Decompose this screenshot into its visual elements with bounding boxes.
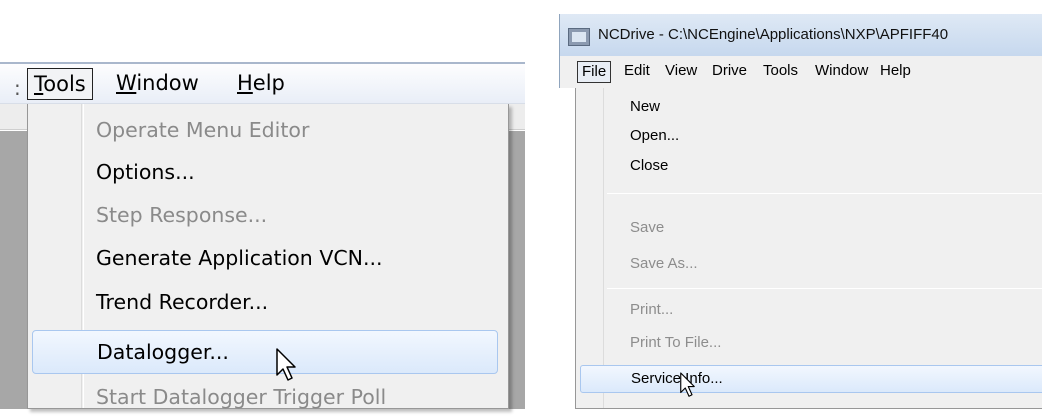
menu-bar: File Edit View Drive Tools Window Help [559, 56, 1042, 88]
menu-item-trend-recorder[interactable]: Trend Recorder... [32, 282, 498, 322]
menu-item-generate-application-vcn[interactable]: Generate Application VCN... [32, 238, 498, 278]
tools-dropdown-menu: Operate Menu Editor Options... Step Resp… [27, 104, 509, 409]
right-panel-ncdrive-window: NCDrive - C:\NCEngine\Applications\NXP\A… [559, 0, 1042, 409]
menu-bar: : Tools Window Help [0, 62, 525, 104]
menu-item-operate-menu-editor[interactable]: Operate Menu Editor [32, 110, 498, 150]
menu-item-save[interactable]: Save [580, 216, 1042, 240]
workspace-background [507, 131, 525, 409]
menu-tools-mnemonic: T [34, 72, 44, 96]
menu-window[interactable]: Window [811, 61, 872, 83]
mouse-pointer-icon [276, 348, 296, 381]
menu-item-service-info[interactable]: Service Info... [580, 365, 1042, 393]
menu-window-mnemonic: W [116, 71, 137, 95]
mouse-pointer-icon [680, 372, 695, 397]
menubar-separator: : [14, 76, 21, 100]
window-titlebar: NCDrive - C:\NCEngine\Applications\NXP\A… [559, 14, 1042, 56]
menu-item-options[interactable]: Options... [32, 152, 498, 192]
menu-window-label: indow [136, 71, 199, 95]
menu-item-datalogger[interactable]: Datalogger... [32, 330, 498, 374]
menu-separator [607, 288, 1042, 289]
menu-drive[interactable]: Drive [708, 61, 751, 83]
left-panel-tools-menu-zoom: : Tools Window Help Operate Menu Editor … [0, 0, 525, 409]
menu-item-close[interactable]: Close [580, 154, 1042, 178]
menu-help-mnemonic: H [237, 71, 253, 95]
file-dropdown-menu: New Open... Close Save Save As... Print.… [575, 88, 1042, 409]
menu-item-save-as[interactable]: Save As... [580, 252, 1042, 276]
window-title: NCDrive - C:\NCEngine\Applications\NXP\A… [598, 26, 949, 43]
menu-view[interactable]: View [661, 61, 701, 83]
workspace-background [0, 131, 27, 409]
menu-tools-label: ools [43, 72, 86, 96]
menu-edit[interactable]: Edit [620, 61, 654, 83]
menu-help[interactable]: Help [876, 61, 915, 83]
menu-tools[interactable]: Tools [27, 68, 93, 100]
menu-item-print-to-file[interactable]: Print To File... [580, 331, 1042, 355]
menu-help-label: elp [252, 71, 285, 95]
app-icon [568, 28, 590, 46]
menu-item-step-response[interactable]: Step Response... [32, 195, 498, 235]
menu-item-print[interactable]: Print... [580, 298, 1042, 322]
menu-item-open[interactable]: Open... [580, 124, 1042, 148]
menu-file[interactable]: File [577, 61, 612, 83]
menu-tools[interactable]: Tools [759, 61, 802, 83]
menu-item-new[interactable]: New [580, 95, 1042, 119]
menu-window[interactable]: Window [110, 68, 205, 100]
menu-item-start-datalogger-trigger-poll[interactable]: Start Datalogger Trigger Poll [32, 377, 498, 417]
menu-help[interactable]: Help [231, 68, 291, 100]
menu-separator [607, 193, 1042, 194]
